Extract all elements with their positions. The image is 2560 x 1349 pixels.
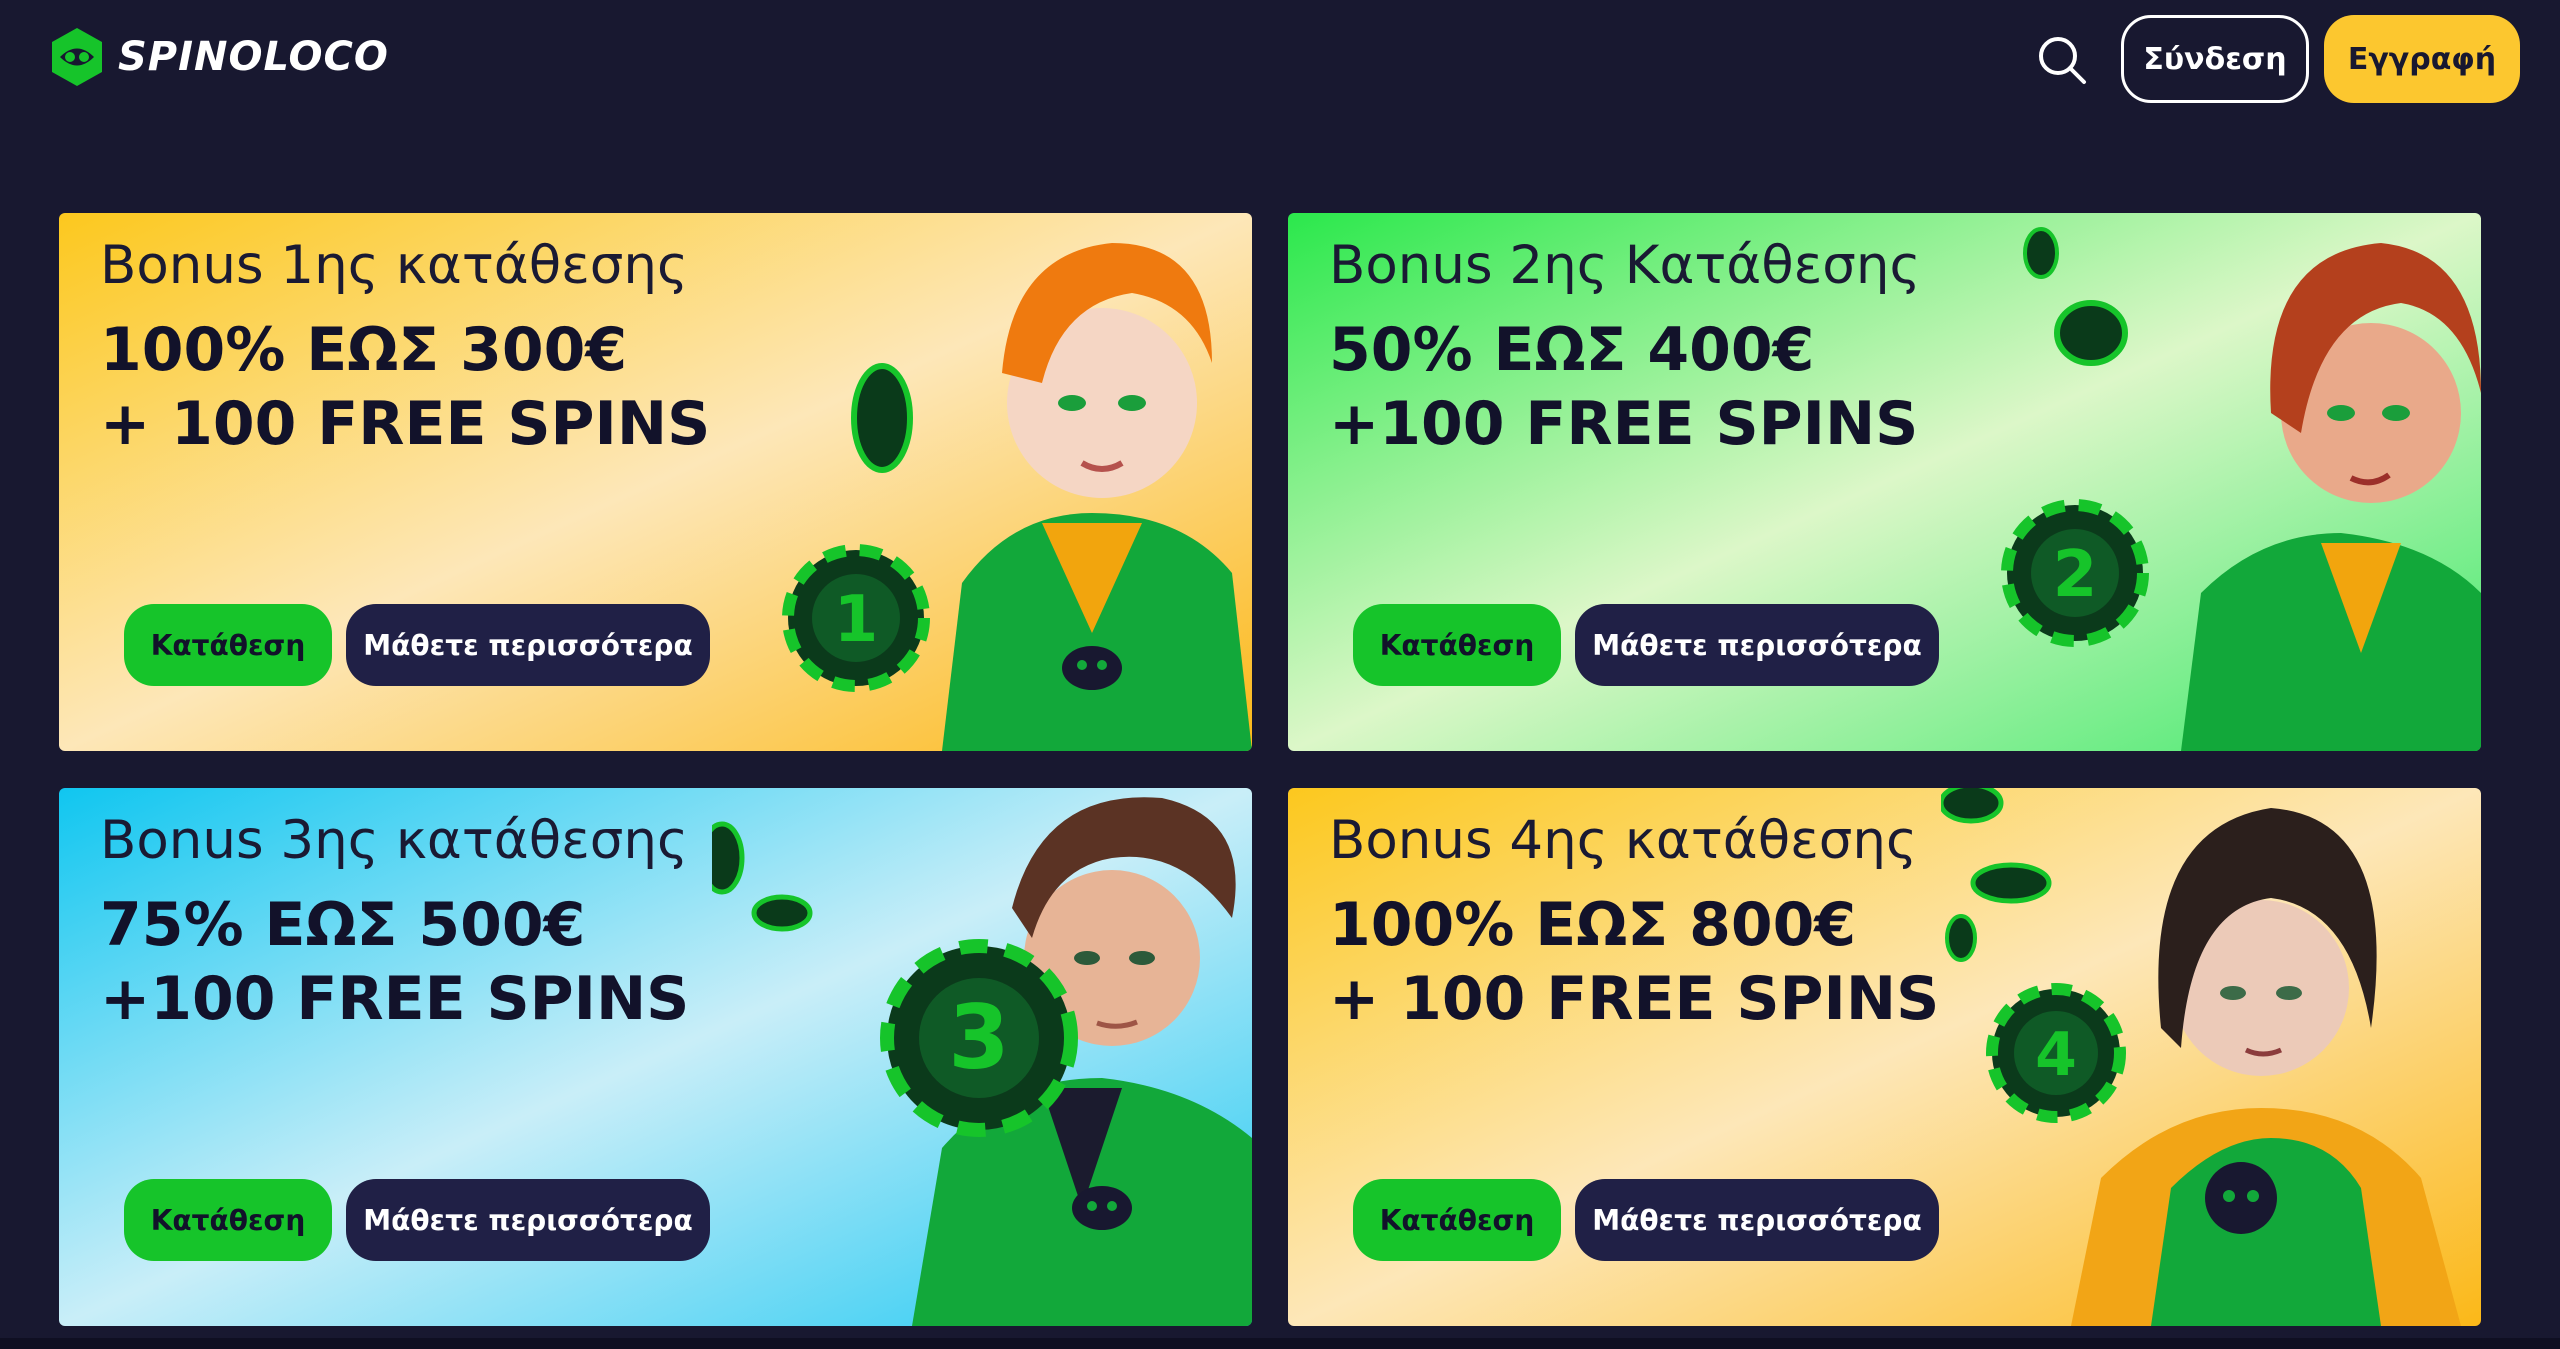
casino-chip-icon: 4 bbox=[1986, 983, 2126, 1123]
chip-number: 3 bbox=[948, 986, 1009, 1089]
page-bottom-edge bbox=[0, 1338, 2560, 1349]
learn-more-button[interactable]: Μάθετε περισσότερα bbox=[1575, 604, 1939, 686]
promo-title: Bonus 1ης κατάθεσης bbox=[100, 235, 689, 296]
register-button[interactable]: Εγγραφή bbox=[2324, 15, 2520, 103]
promo-offer-amount: 100% ΕΩΣ 300€ bbox=[100, 315, 628, 385]
logo-text: SPINOLOCO bbox=[118, 34, 389, 80]
promo-card-4[interactable]: 4 Bonus 4ης κατάθεσης 100% ΕΩΣ 800€ + 10… bbox=[1288, 788, 2481, 1326]
promo-offer: 75% ΕΩΣ 500€ +100 FREE SPINS bbox=[100, 888, 689, 1036]
deposit-button[interactable]: Κατάθεση bbox=[1353, 1179, 1561, 1261]
search-button[interactable] bbox=[2034, 32, 2090, 88]
deposit-button[interactable]: Κατάθεση bbox=[1353, 604, 1561, 686]
casino-chip-icon: 2 bbox=[2001, 499, 2149, 647]
deposit-button[interactable]: Κατάθεση bbox=[124, 1179, 332, 1261]
promo-offer-amount: 75% ΕΩΣ 500€ bbox=[100, 890, 586, 960]
promo-character-illustration bbox=[2023, 227, 2481, 751]
promo-title: Bonus 3ης κατάθεσης bbox=[100, 810, 689, 871]
promo-title: Bonus 2ης Κατάθεσης bbox=[1329, 235, 1921, 296]
promo-offer-spins: + 100 FREE SPINS bbox=[1329, 964, 1940, 1034]
logo-mark-icon bbox=[52, 28, 102, 86]
search-icon bbox=[2039, 37, 2086, 84]
learn-more-button[interactable]: Μάθετε περισσότερα bbox=[1575, 1179, 1939, 1261]
promo-offer: 50% ΕΩΣ 400€ +100 FREE SPINS bbox=[1329, 313, 1918, 461]
promo-offer: 100% ΕΩΣ 300€ + 100 FREE SPINS bbox=[100, 313, 710, 461]
casino-chip-icon: 1 bbox=[782, 544, 930, 692]
promo-card-1[interactable]: 1 Bonus 1ης κατάθεσης 100% ΕΩΣ 300€ + 10… bbox=[59, 213, 1252, 751]
site-header: SPINOLOCO Σύνδεση Εγγραφή bbox=[0, 0, 2560, 118]
promo-offer-spins: +100 FREE SPINS bbox=[1329, 389, 1919, 459]
promo-card-3[interactable]: 3 Bonus 3ης κατάθεσης 75% ΕΩΣ 500€ +100 … bbox=[59, 788, 1252, 1326]
chip-number: 1 bbox=[834, 583, 879, 657]
learn-more-button[interactable]: Μάθετε περισσότερα bbox=[346, 1179, 710, 1261]
promo-card-2[interactable]: 2 Bonus 2ης Κατάθεσης 50% ΕΩΣ 400€ +100 … bbox=[1288, 213, 2481, 751]
site-logo[interactable]: SPINOLOCO bbox=[46, 26, 389, 88]
chip-number: 4 bbox=[2035, 1020, 2077, 1090]
deposit-button[interactable]: Κατάθεση bbox=[124, 604, 332, 686]
chip-number: 2 bbox=[2053, 538, 2098, 612]
promo-offer-amount: 100% ΕΩΣ 800€ bbox=[1329, 890, 1857, 960]
login-button[interactable]: Σύνδεση bbox=[2121, 15, 2309, 103]
promo-offer: 100% ΕΩΣ 800€ + 100 FREE SPINS bbox=[1329, 888, 1939, 1036]
casino-chip-icon: 3 bbox=[880, 939, 1078, 1137]
promo-title: Bonus 4ης κατάθεσης bbox=[1329, 810, 1918, 871]
promo-offer-spins: + 100 FREE SPINS bbox=[100, 389, 711, 459]
learn-more-button[interactable]: Μάθετε περισσότερα bbox=[346, 604, 710, 686]
promo-offer-spins: +100 FREE SPINS bbox=[100, 964, 690, 1034]
promo-offer-amount: 50% ΕΩΣ 400€ bbox=[1329, 315, 1815, 385]
